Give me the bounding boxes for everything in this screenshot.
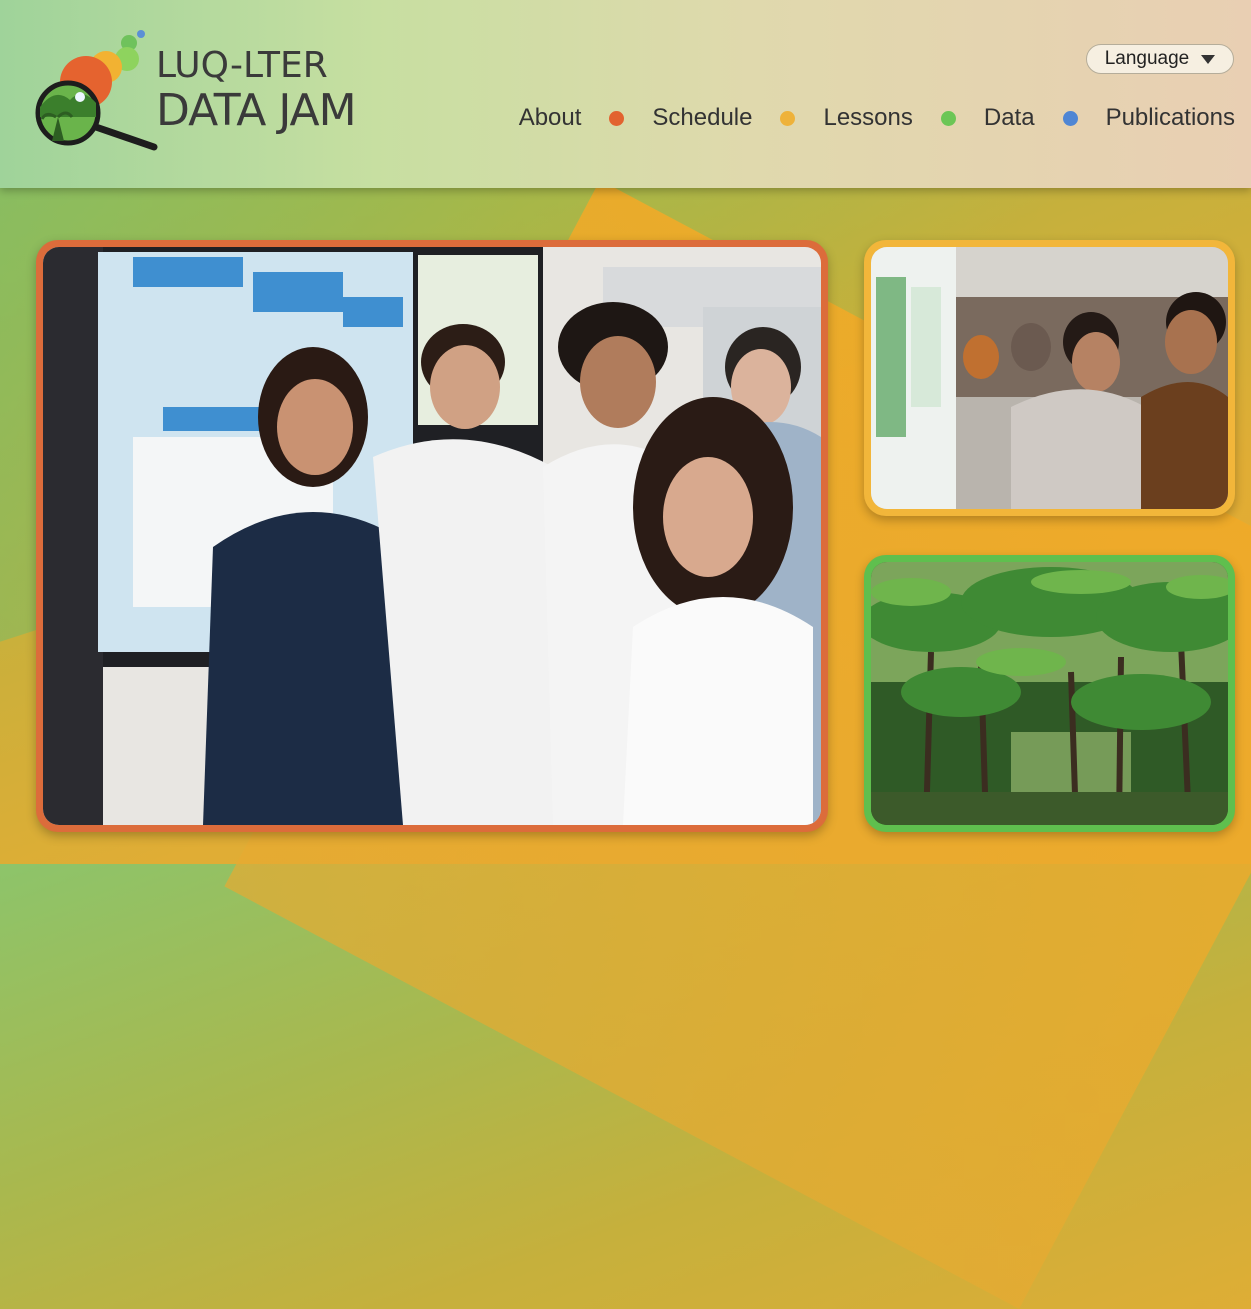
nav-publications[interactable]: Publications <box>1106 104 1235 132</box>
students-discussing-photo <box>871 247 1228 509</box>
nav-lessons[interactable]: Lessons <box>823 104 912 132</box>
nav-data[interactable]: Data <box>984 104 1035 132</box>
side-photo-bottom <box>864 555 1235 832</box>
caret-down-icon <box>1201 54 1216 64</box>
main-nav: About Schedule Lessons Data Publications <box>519 104 1235 132</box>
separator-dot-icon <box>940 110 956 126</box>
logo-title-line1: LUQ-LTER <box>156 45 328 86</box>
language-dropdown[interactable]: Language <box>1086 44 1234 74</box>
students-poster-photo <box>43 247 821 825</box>
site-logo[interactable]: LUQ-LTER DATA JAM <box>30 25 390 155</box>
separator-dot-icon <box>780 110 796 126</box>
site-header: LUQ-LTER DATA JAM Language About Schedul… <box>0 0 1251 188</box>
nav-about[interactable]: About <box>519 104 582 132</box>
main-photo <box>36 240 828 832</box>
nav-schedule[interactable]: Schedule <box>652 104 752 132</box>
side-photo-top <box>864 240 1235 516</box>
rainforest-photo <box>871 562 1228 825</box>
magnifying-glass-logo-icon <box>35 30 158 151</box>
language-label: Language <box>1104 48 1190 69</box>
separator-dot-icon <box>1062 110 1078 126</box>
separator-dot-icon <box>609 110 625 126</box>
logo-title-line2: DATA JAM <box>156 85 357 136</box>
